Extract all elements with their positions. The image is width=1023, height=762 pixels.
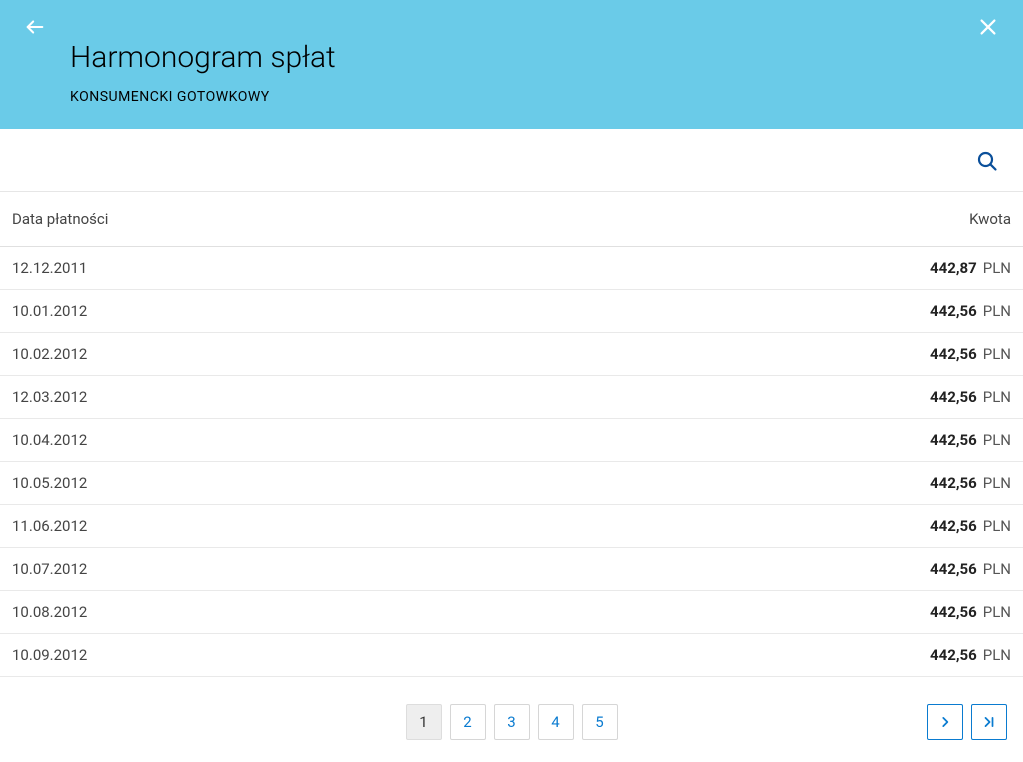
cell-date: 12.03.2012 [12, 388, 87, 406]
close-icon [977, 16, 999, 38]
table-row[interactable]: 10.05.2012 442,56 PLN [0, 462, 1023, 505]
cell-amount: 442,56 PLN [930, 474, 1011, 492]
amount-value: 442,56 [930, 345, 977, 363]
cell-amount: 442,87 PLN [930, 259, 1011, 277]
back-button[interactable] [24, 16, 46, 38]
cell-date: 10.09.2012 [12, 646, 87, 664]
cell-date: 12.12.2011 [12, 259, 87, 277]
page-button-2[interactable]: 2 [450, 704, 486, 740]
search-button[interactable] [975, 149, 999, 173]
cell-amount: 442,56 PLN [930, 345, 1011, 363]
cell-amount: 442,56 PLN [930, 646, 1011, 664]
amount-currency: PLN [983, 517, 1011, 535]
table-header: Data płatności Kwota [0, 192, 1023, 247]
amount-currency: PLN [983, 345, 1011, 363]
table-row[interactable]: 10.01.2012 442,56 PLN [0, 290, 1023, 333]
cell-date: 10.05.2012 [12, 474, 87, 492]
search-icon [975, 149, 999, 173]
last-page-button[interactable] [971, 704, 1007, 740]
table-row[interactable]: 10.07.2012 442,56 PLN [0, 548, 1023, 591]
page-button-1[interactable]: 1 [406, 704, 442, 740]
amount-value: 442,56 [930, 302, 977, 320]
cell-date: 10.02.2012 [12, 345, 87, 363]
cell-amount: 442,56 PLN [930, 388, 1011, 406]
cell-date: 10.04.2012 [12, 431, 87, 449]
cell-amount: 442,56 PLN [930, 431, 1011, 449]
column-date-label: Data płatności [12, 210, 108, 228]
cell-amount: 442,56 PLN [930, 560, 1011, 578]
amount-value: 442,87 [930, 259, 977, 277]
amount-value: 442,56 [930, 560, 977, 578]
table-row[interactable]: 10.09.2012 442,56 PLN [0, 634, 1023, 677]
amount-currency: PLN [983, 646, 1011, 664]
cell-date: 10.08.2012 [12, 603, 87, 621]
amount-currency: PLN [983, 431, 1011, 449]
amount-value: 442,56 [930, 474, 977, 492]
pagination-nav [927, 704, 1007, 740]
amount-currency: PLN [983, 302, 1011, 320]
page-button-3[interactable]: 3 [494, 704, 530, 740]
table-body: 12.12.2011 442,87 PLN 10.01.2012 442,56 … [0, 247, 1023, 690]
table-row[interactable]: 12.03.2012 442,56 PLN [0, 376, 1023, 419]
amount-currency: PLN [983, 474, 1011, 492]
cell-amount: 442,56 PLN [930, 302, 1011, 320]
chevron-right-icon [938, 715, 952, 729]
arrow-left-icon [24, 16, 46, 38]
table-row[interactable]: 10.08.2012 442,56 PLN [0, 591, 1023, 634]
page-subtitle: KONSUMENCKI GOTOWKOWY [70, 89, 993, 105]
table-row[interactable]: 10.04.2012 442,56 PLN [0, 419, 1023, 462]
cell-date: 10.01.2012 [12, 302, 87, 320]
cell-amount: 442,56 PLN [930, 603, 1011, 621]
cell-date: 10.07.2012 [12, 560, 87, 578]
amount-value: 442,56 [930, 517, 977, 535]
next-page-button[interactable] [927, 704, 963, 740]
payment-schedule-panel: Harmonogram spłat KONSUMENCKI GOTOWKOWY … [0, 0, 1023, 762]
chevron-last-icon [982, 715, 996, 729]
pagination: 1 2 3 4 5 [0, 690, 1023, 762]
amount-value: 442,56 [930, 431, 977, 449]
cell-date: 11.06.2012 [12, 517, 87, 535]
amount-value: 442,56 [930, 388, 977, 406]
column-amount-label: Kwota [969, 210, 1011, 228]
toolbar [0, 129, 1023, 192]
page-button-4[interactable]: 4 [538, 704, 574, 740]
amount-currency: PLN [983, 388, 1011, 406]
table-row[interactable]: 12.12.2011 442,87 PLN [0, 247, 1023, 290]
page-list: 1 2 3 4 5 [406, 704, 618, 740]
table-row[interactable]: 11.06.2012 442,56 PLN [0, 505, 1023, 548]
cell-amount: 442,56 PLN [930, 517, 1011, 535]
header: Harmonogram spłat KONSUMENCKI GOTOWKOWY [0, 0, 1023, 129]
table-row[interactable]: 10.02.2012 442,56 PLN [0, 333, 1023, 376]
close-button[interactable] [977, 16, 999, 38]
amount-value: 442,56 [930, 646, 977, 664]
amount-currency: PLN [983, 560, 1011, 578]
page-button-5[interactable]: 5 [582, 704, 618, 740]
amount-value: 442,56 [930, 603, 977, 621]
page-title: Harmonogram spłat [70, 40, 993, 75]
amount-currency: PLN [983, 259, 1011, 277]
amount-currency: PLN [983, 603, 1011, 621]
